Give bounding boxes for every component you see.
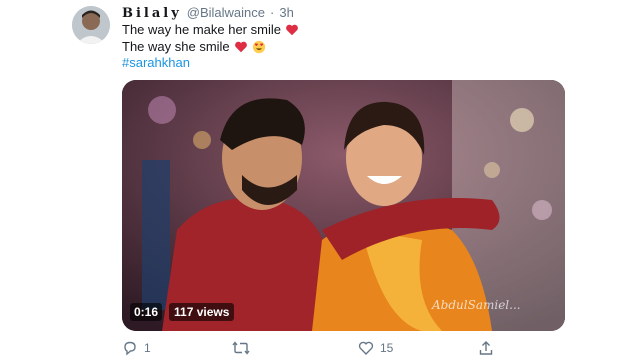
video-thumbnail: [122, 80, 565, 331]
like-count: 15: [380, 341, 394, 355]
hashtag-link[interactable]: #sarahkhan: [122, 55, 190, 71]
video-meta: 0:16 117 views: [130, 302, 235, 322]
reply-button[interactable]: 1: [122, 340, 151, 356]
tweet-actions: 1 15: [122, 340, 502, 358]
timestamp[interactable]: 3h: [279, 5, 293, 20]
reply-icon: [124, 341, 136, 356]
separator: ·: [270, 5, 275, 20]
retweet-icon: [232, 341, 250, 355]
tweet-text: The way she smile: [122, 39, 230, 54]
heart-icon: [358, 341, 374, 355]
view-count: 117 views: [169, 303, 235, 321]
reply-count: 1: [144, 341, 151, 355]
video-player[interactable]: [122, 80, 565, 331]
display-name[interactable]: Bilaly: [122, 6, 182, 21]
tweet-text: The way he make her smile: [122, 22, 281, 37]
avatar-image: [72, 6, 110, 44]
red-heart-icon: [234, 41, 247, 53]
heart-eyes-icon: [252, 40, 265, 54]
video-watermark: AbdulSamiel...: [432, 298, 521, 312]
tweet-text-line-2: The way she smile: [122, 39, 266, 55]
hashtag-line: #sarahkhan: [122, 55, 190, 71]
red-heart-icon: [286, 24, 298, 36]
share-button[interactable]: [478, 340, 494, 356]
like-button[interactable]: 15: [358, 340, 393, 356]
tweet-text-line-1: The way he make her smile: [122, 22, 299, 38]
user-handle[interactable]: @Bilalwaince: [187, 5, 265, 20]
share-icon: [479, 341, 493, 355]
retweet-button[interactable]: [232, 340, 256, 356]
tweet-header: Bilaly @Bilalwaince · 3h: [122, 5, 294, 21]
tweet-card: Bilaly @Bilalwaince · 3h The way he make…: [0, 0, 640, 360]
video-duration: 0:16: [130, 303, 163, 321]
avatar[interactable]: [72, 6, 110, 44]
